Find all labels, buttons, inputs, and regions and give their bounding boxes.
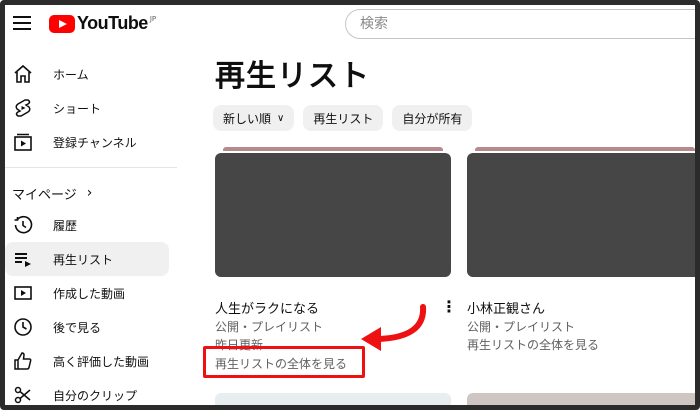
sidebar-item-label: ホーム <box>53 67 89 82</box>
playlist-title[interactable]: 小林正観さん <box>467 298 545 317</box>
playlists-icon <box>15 253 31 267</box>
thumbnail-stack <box>475 147 695 151</box>
sidebar-item-label: 再生リスト <box>53 252 114 267</box>
playlist-thumbnail[interactable] <box>215 393 451 405</box>
sidebar-item-label: 自分のクリップ <box>53 388 138 403</box>
more-options-icon[interactable]: ⋮ <box>441 297 457 316</box>
page-title: 再生リスト <box>215 59 370 94</box>
playlist-thumbnail[interactable] <box>215 147 451 278</box>
sidebar-item-liked-videos[interactable]: 高く評価した動画 <box>5 344 183 378</box>
thumbnail-image <box>467 153 695 277</box>
youtube-play-icon <box>49 14 75 33</box>
playlist-thumbnail[interactable] <box>467 393 695 405</box>
liked-videos-icon <box>14 352 32 370</box>
clips-icon <box>14 386 31 404</box>
thumbnail-image <box>215 153 451 277</box>
my-page-section[interactable]: マイページ › <box>5 178 183 208</box>
chevron-right-icon: › <box>86 185 93 201</box>
sidebar-item-subscriptions[interactable]: 登録チャンネル <box>5 125 183 159</box>
subscriptions-icon <box>14 133 32 151</box>
sidebar-item-label: 登録チャンネル <box>53 135 137 150</box>
browser-frame: YouTube JP 検索 ホーム ショート 登録チャンネル マイページ › 履… <box>0 0 700 410</box>
chip-label: 自分が所有 <box>402 111 463 126</box>
playlist-filter-chip[interactable]: 再生リスト <box>303 105 384 131</box>
sidebar-divider <box>5 167 177 168</box>
sidebar-item-label: ショート <box>53 101 102 116</box>
sidebar-item-watch-later[interactable]: 後で見る <box>5 310 183 344</box>
sidebar: ホーム ショート 登録チャンネル マイページ › 履歴 再生リスト 作成した動画… <box>5 57 183 405</box>
chip-label: 新しい順 <box>223 111 272 126</box>
logo-region: JP <box>149 14 157 23</box>
playlist-card: 人生がラクになる 公開・プレイリスト 昨日更新 再生リストの全体を見る ⋮ <box>215 147 457 371</box>
history-icon <box>14 215 33 234</box>
highlight-box <box>203 346 365 378</box>
chevron-down-icon: ∨ <box>277 112 285 124</box>
playlist-card: 小林正観さん 公開・プレイリスト 再生リストの全体を見る <box>467 147 695 352</box>
sort-chip[interactable]: 新しい順 ∨ <box>213 105 295 131</box>
sidebar-item-shorts[interactable]: ショート <box>5 91 183 125</box>
top-bar: YouTube JP 検索 <box>5 5 695 45</box>
sidebar-item-playlists[interactable]: 再生リスト <box>5 242 169 276</box>
filter-chips: 新しい順 ∨ 再生リスト 自分が所有 <box>213 105 473 131</box>
chip-label: 再生リスト <box>313 111 374 126</box>
menu-icon[interactable] <box>13 16 31 30</box>
youtube-logo[interactable]: YouTube JP <box>49 13 156 34</box>
logo-text: YouTube <box>77 13 148 33</box>
owned-filter-chip[interactable]: 自分が所有 <box>392 105 473 131</box>
search-input[interactable]: 検索 <box>345 9 695 39</box>
thumbnail-stack <box>223 147 443 151</box>
view-full-playlist-link[interactable]: 再生リストの全体を見る <box>467 336 599 353</box>
your-videos-icon <box>14 286 32 300</box>
playlist-title[interactable]: 人生がラクになる <box>215 298 319 317</box>
sidebar-item-label: 後で見る <box>53 320 102 335</box>
sidebar-item-your-videos[interactable]: 作成した動画 <box>5 276 183 310</box>
sidebar-item-label: 作成した動画 <box>53 286 126 301</box>
playlist-thumbnail[interactable] <box>467 147 695 278</box>
section-title: マイページ <box>12 187 77 203</box>
shorts-icon <box>15 99 31 117</box>
home-icon <box>14 64 32 83</box>
sidebar-item-label: 履歴 <box>53 218 78 233</box>
sidebar-item-label: 高く評価した動画 <box>53 354 150 369</box>
annotation-arrow-icon <box>361 304 427 351</box>
playlist-visibility: 公開・プレイリスト <box>215 320 324 334</box>
sidebar-item-clips[interactable]: 自分のクリップ <box>5 378 183 405</box>
sidebar-item-history[interactable]: 履歴 <box>5 208 183 242</box>
sidebar-item-home[interactable]: ホーム <box>5 57 183 91</box>
watch-later-icon <box>14 318 32 336</box>
playlist-visibility: 公開・プレイリスト <box>467 320 576 334</box>
